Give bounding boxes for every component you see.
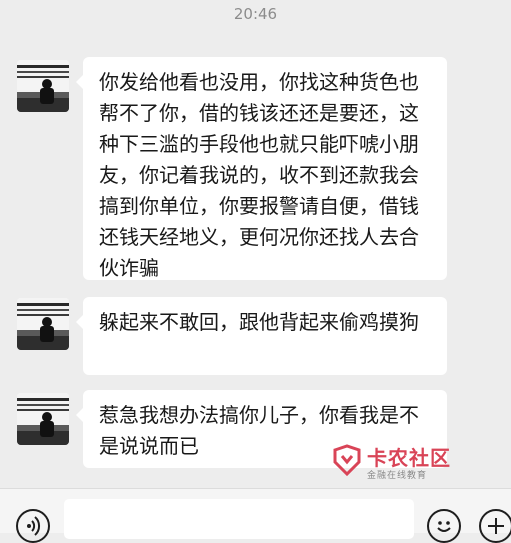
contact-avatar[interactable] [17, 298, 69, 350]
plus-icon [488, 518, 504, 534]
message-bubble[interactable]: 躲起来不敢回，跟他背起来偷鸡摸狗 [76, 297, 447, 375]
chat-input-bar [0, 488, 511, 543]
message-input[interactable] [64, 499, 414, 539]
emoji-icon [437, 521, 451, 532]
contact-avatar[interactable] [17, 60, 69, 112]
message-timestamp: 20:46 [233, 5, 278, 23]
more-button[interactable] [479, 509, 511, 543]
kanong-watermark: 卡农社区 金融在线教育 [331, 442, 459, 486]
contact-avatar[interactable] [17, 393, 69, 445]
emoji-button[interactable] [427, 509, 461, 543]
watermark-title: 卡农社区 [367, 446, 451, 470]
voice-button[interactable] [16, 509, 50, 543]
message-bubble[interactable]: 你发给他看也没用，你找这种货色也帮不了你，借的钱该还还是要还，这种下三滥的手段他… [76, 57, 447, 280]
watermark-subtitle: 金融在线教育 [367, 471, 428, 481]
voice-icon [27, 516, 41, 536]
kanong-logo-icon [333, 444, 361, 477]
